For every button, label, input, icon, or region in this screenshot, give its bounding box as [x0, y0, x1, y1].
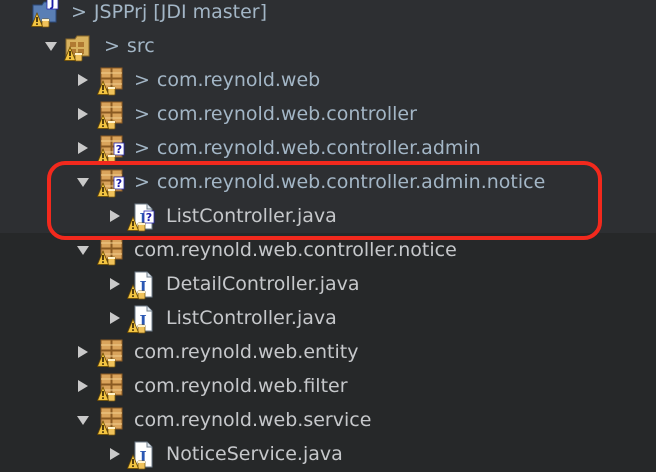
expanded-arrow-icon[interactable]: [76, 243, 90, 257]
tree-row-pkg-web[interactable]: > com.reynold.web: [0, 64, 656, 98]
item-name: com.reynold.web.filter: [134, 375, 348, 397]
java-file-icon: J: [127, 270, 157, 300]
package-icon: [97, 100, 127, 130]
tree-row-file-notice-listcontroller[interactable]: J ListController.java: [0, 302, 656, 336]
collapsed-arrow-icon[interactable]: [76, 73, 90, 87]
item-name: DetailController.java: [166, 273, 360, 295]
tree-row-file-noticeservice[interactable]: J NoticeService.java: [0, 438, 656, 472]
collapsed-arrow-icon[interactable]: [108, 311, 122, 325]
package-icon: [97, 406, 127, 436]
git-dirty-marker: >: [134, 69, 150, 91]
item-name: com.reynold.web.controller: [156, 103, 417, 125]
tree-row-file-detailcontroller[interactable]: J DetailController.java: [0, 268, 656, 302]
collapsed-arrow-icon[interactable]: [108, 447, 122, 461]
git-dirty-marker: >: [134, 103, 150, 125]
collapsed-arrow-icon[interactable]: [76, 379, 90, 393]
branch-label: [JDI master]: [147, 1, 268, 23]
item-name: com.reynold.web: [156, 69, 321, 91]
tree-row-label: com.reynold.web.service: [134, 409, 371, 431]
tree-row-label: > src: [104, 35, 155, 57]
item-name: com.reynold.web.controller.admin: [156, 137, 481, 159]
java-file-icon: J: [127, 440, 157, 470]
tree-row-pkg-web-entity[interactable]: com.reynold.web.entity: [0, 336, 656, 370]
tree-row-src[interactable]: > src: [0, 30, 656, 64]
package-icon: ?: [97, 134, 127, 164]
item-name: src: [126, 35, 155, 57]
tree-row-label: NoticeService.java: [166, 443, 343, 465]
expanded-arrow-icon[interactable]: [76, 413, 90, 427]
git-dirty-marker: >: [71, 1, 87, 23]
package-icon: [97, 236, 127, 266]
tree-row-pkg-web-service[interactable]: com.reynold.web.service: [0, 404, 656, 438]
collapsed-arrow-icon[interactable]: [76, 107, 90, 121]
collapsed-arrow-icon[interactable]: [76, 345, 90, 359]
tree-row-label: > com.reynold.web.controller.admin: [134, 137, 481, 159]
source-folder-icon: [64, 32, 94, 62]
tree-row-label: DetailController.java: [166, 273, 360, 295]
expanded-arrow-icon[interactable]: [44, 39, 58, 53]
item-name: com.reynold.web.controller.notice: [134, 239, 457, 261]
tree-row-label: com.reynold.web.controller.notice: [134, 239, 457, 261]
highlight-annotation: [47, 161, 602, 240]
git-dirty-marker: >: [104, 35, 120, 57]
git-dirty-marker: >: [134, 137, 150, 159]
package-icon: [97, 66, 127, 96]
package-icon: [97, 372, 127, 402]
svg-text:J: J: [50, 0, 55, 10]
tree-row-pkg-web-controller[interactable]: > com.reynold.web.controller: [0, 98, 656, 132]
collapsed-arrow-icon[interactable]: [76, 141, 90, 155]
item-name: ListController.java: [166, 307, 337, 329]
tree-row-label: > JSPPrj [JDI master]: [71, 1, 267, 23]
item-name: NoticeService.java: [166, 443, 343, 465]
project-icon: J: [31, 0, 61, 28]
tree-row-project[interactable]: J > JSPPrj [JDI master]: [0, 0, 656, 30]
item-name: com.reynold.web.service: [134, 409, 372, 431]
tree-row-label: com.reynold.web.filter: [134, 375, 348, 397]
tree-row-label: ListController.java: [166, 307, 337, 329]
tree-row-label: com.reynold.web.entity: [134, 341, 358, 363]
item-name: JSPPrj: [93, 1, 148, 23]
tree-row-label: > com.reynold.web.controller: [134, 103, 417, 125]
svg-text:?: ?: [116, 143, 122, 156]
tree-row-pkg-web-filter[interactable]: com.reynold.web.filter: [0, 370, 656, 404]
collapsed-arrow-icon[interactable]: [108, 277, 122, 291]
java-file-icon: J: [127, 304, 157, 334]
tree-row-label: > com.reynold.web: [134, 69, 320, 91]
package-icon: [97, 338, 127, 368]
item-name: com.reynold.web.entity: [134, 341, 359, 363]
